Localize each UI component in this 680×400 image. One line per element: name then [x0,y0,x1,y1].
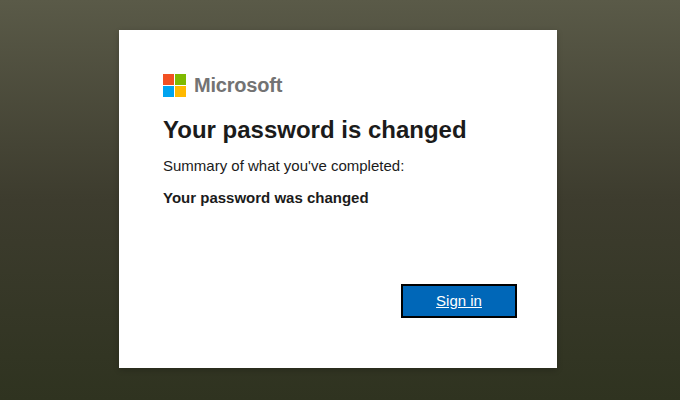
background-photo: Microsoft Your password is changed Summa… [0,0,680,400]
microsoft-logo-icon [163,74,186,97]
button-row: Sign in [163,284,517,318]
summary-item: Your password was changed [163,188,517,208]
microsoft-logo: Microsoft [163,72,517,98]
dialog-card: Microsoft Your password is changed Summa… [119,30,557,368]
summary-intro: Summary of what you've completed: [163,156,517,176]
sign-in-button[interactable]: Sign in [401,284,517,318]
page-heading: Your password is changed [163,114,517,146]
summary-list: Your password was changed [163,188,517,208]
logo-text: Microsoft [194,72,282,98]
